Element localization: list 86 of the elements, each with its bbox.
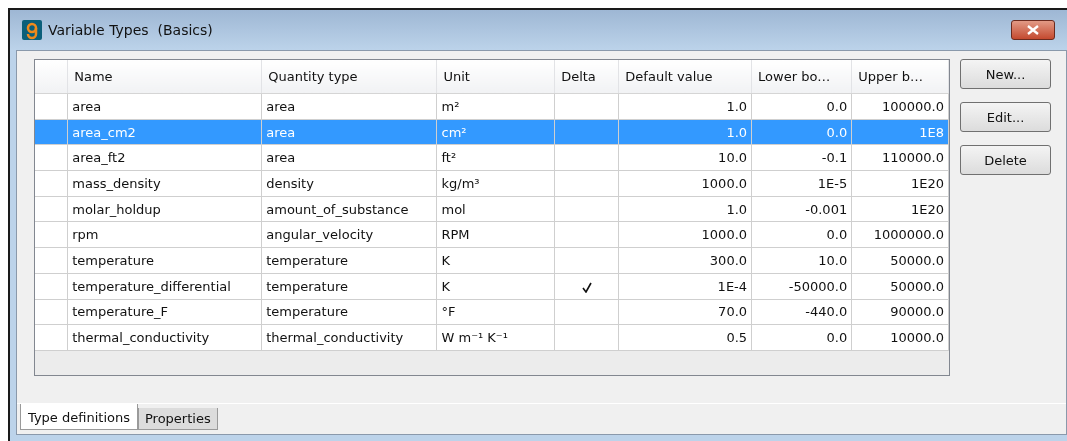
column-header[interactable]: Upper b…: [851, 60, 949, 94]
table-cell: mass_density: [67, 170, 262, 197]
table-cell: -440.0: [751, 299, 852, 325]
row-header[interactable]: [35, 324, 68, 351]
table-cell: -0.001: [751, 196, 852, 222]
table-cell: 10.0: [751, 247, 852, 274]
table-cell: 1.0: [618, 119, 752, 145]
row-header[interactable]: [35, 170, 68, 197]
table-cell: area: [261, 93, 437, 120]
window-title: Variable Types (Basics): [48, 22, 214, 38]
table-cell: amount_of_substance: [261, 196, 437, 222]
table-cell: area_cm2: [67, 119, 262, 145]
table-cell: K: [437, 247, 555, 274]
column-header[interactable]: Name: [67, 60, 262, 94]
table-cell: area: [261, 144, 437, 171]
table-cell: 300.0: [618, 247, 752, 274]
table-cell: 0.0: [751, 119, 852, 145]
table-cell: °F: [437, 299, 555, 325]
table-cell: m²: [437, 93, 555, 120]
row-header[interactable]: [35, 93, 68, 120]
column-header[interactable]: Quantity type: [261, 60, 437, 94]
column-header[interactable]: Unit: [437, 60, 555, 94]
dialog-button[interactable]: Delete: [960, 145, 1051, 175]
tab[interactable]: Properties: [137, 408, 218, 430]
table-cell: 10000.0: [851, 324, 949, 351]
table-cell: temperature: [261, 273, 437, 299]
table-cell: density: [261, 170, 437, 197]
table-cell: K: [437, 273, 555, 299]
table-cell: area: [261, 119, 437, 145]
close-button[interactable]: [1011, 20, 1055, 40]
table-cell: 1000000.0: [851, 221, 949, 248]
table-cell: 70.0: [618, 299, 752, 325]
table-cell: 0.0: [751, 93, 852, 120]
table-cell: 1E20: [851, 170, 949, 197]
table-cell: thermal_conductivity: [67, 324, 262, 351]
table-cell: 90000.0: [851, 299, 949, 325]
row-header[interactable]: [35, 247, 68, 274]
column-header[interactable]: Default value: [618, 60, 752, 94]
table-cell: 100000.0: [851, 93, 949, 120]
app-logo-icon: [22, 20, 42, 40]
table-cell: 1E20: [851, 196, 949, 222]
table-cell: RPM: [437, 221, 555, 248]
table-cell: W m⁻¹ K⁻¹: [437, 324, 555, 351]
row-header[interactable]: [35, 299, 68, 325]
tab[interactable]: Type definitions: [20, 404, 138, 430]
table-cell: thermal_conductivity: [261, 324, 437, 351]
table-cell: 1E8: [851, 119, 949, 145]
table-cell: 1.0: [618, 93, 752, 120]
table-cell: -0.1: [751, 144, 852, 171]
table-cell: area: [67, 93, 262, 120]
table-cell: 110000.0: [851, 144, 949, 171]
row-header[interactable]: [35, 119, 68, 145]
table-cell: ft²: [437, 144, 555, 171]
table-cell: temperature_F: [67, 299, 262, 325]
row-header[interactable]: [35, 221, 68, 248]
table-cell: 1000.0: [618, 170, 752, 197]
table-cell: 10.0: [618, 144, 752, 171]
table-cell: kg/m³: [437, 170, 555, 197]
row-header[interactable]: [35, 273, 68, 299]
table-cell: temperature: [261, 299, 437, 325]
table-cell: angular_velocity: [261, 221, 437, 248]
dialog-button[interactable]: Edit...: [960, 102, 1051, 132]
table-cell: 50000.0: [851, 273, 949, 299]
table-cell: 1.0: [618, 196, 752, 222]
column-header[interactable]: Lower bo…: [751, 60, 852, 94]
table-cell: -50000.0: [751, 273, 852, 299]
table-cell: 0.0: [751, 324, 852, 351]
table-cell: temperature_differential: [67, 273, 262, 299]
table-cell: mol: [437, 196, 555, 222]
table-cell: 50000.0: [851, 247, 949, 274]
column-header[interactable]: Delta: [554, 60, 619, 94]
table-cell: cm²: [437, 119, 555, 145]
table-cell: 1E-5: [751, 170, 852, 197]
close-icon: [1026, 25, 1040, 35]
row-header[interactable]: [35, 144, 68, 171]
table-cell: area_ft2: [67, 144, 262, 171]
table-cell: 0.5: [618, 324, 752, 351]
table-cell: 1000.0: [618, 221, 752, 248]
table-cell: 0.0: [751, 221, 852, 248]
table-cell: rpm: [67, 221, 262, 248]
table-cell: temperature: [67, 247, 262, 274]
table-cell: temperature: [261, 247, 437, 274]
dialog-button[interactable]: New...: [960, 59, 1051, 89]
row-header[interactable]: [35, 196, 68, 222]
table-cell: 1E-4: [618, 273, 752, 299]
table-cell: molar_holdup: [67, 196, 262, 222]
